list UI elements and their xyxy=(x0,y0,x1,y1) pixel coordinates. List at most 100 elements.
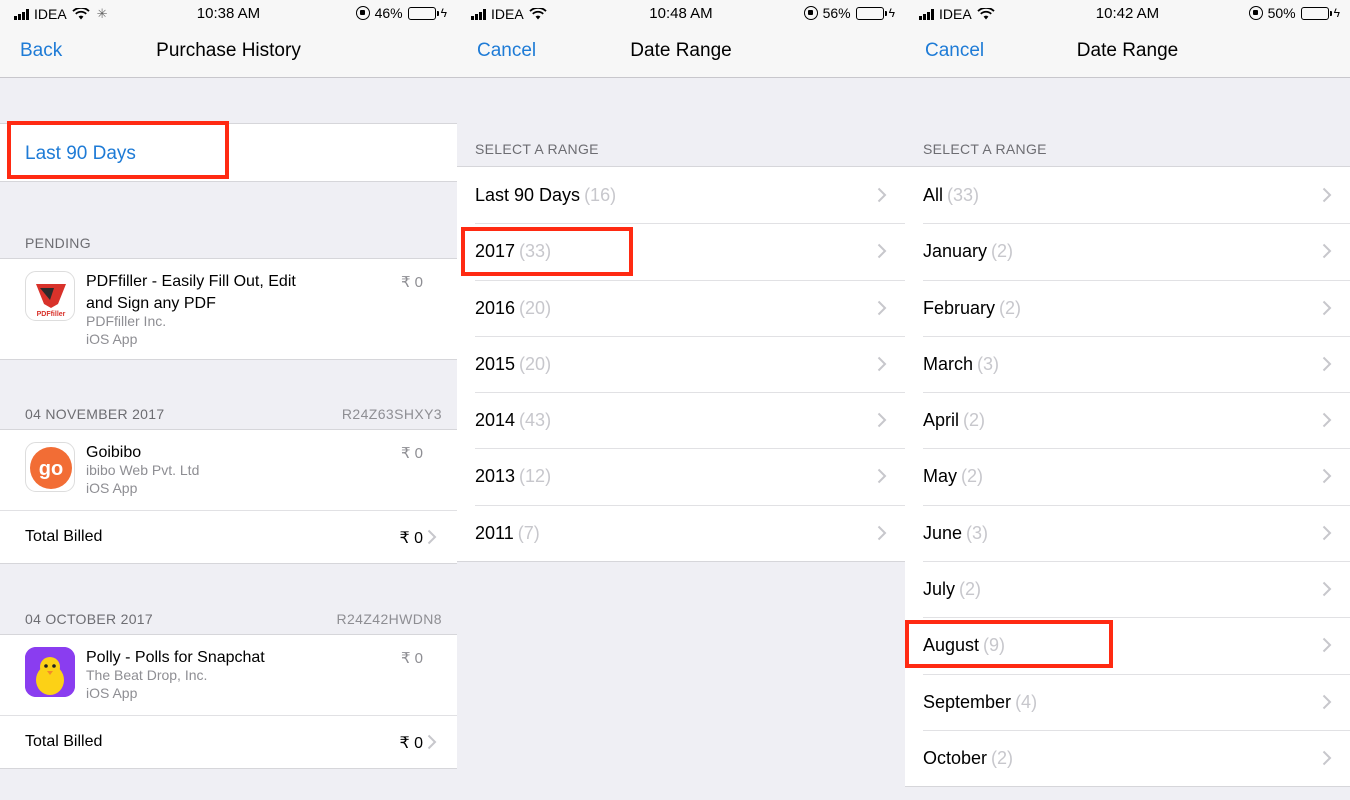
chevron-right-icon xyxy=(877,412,887,428)
app-type: iOS App xyxy=(86,480,138,496)
chevron-right-icon xyxy=(1322,525,1332,540)
range-name: All xyxy=(923,185,944,205)
range-count: (4) xyxy=(1015,691,1038,712)
range-name: October xyxy=(923,747,988,768)
range-label: April (2) xyxy=(923,410,985,431)
range-row[interactable]: 2017 (33) xyxy=(457,223,905,279)
chevron-right-icon xyxy=(1322,694,1332,709)
range-row[interactable]: Last 90 Days (16) xyxy=(457,167,905,223)
chevron-right-icon xyxy=(877,356,887,372)
range-label: 2016 (20) xyxy=(475,298,551,319)
purchase-group: Polly - Polls for Snapchat The Beat Drop… xyxy=(0,634,457,769)
range-count: (33) xyxy=(519,241,552,262)
range-row[interactable]: All (33) xyxy=(905,167,1350,223)
month-list: All (33) January (2) February (2) March (3) Apri… xyxy=(905,166,1350,788)
charging-icon: ϟ xyxy=(440,6,447,20)
purchase-item[interactable]: go Goibibo ibibo Web Pvt. Ltd iOS App ₹ … xyxy=(0,430,457,510)
range-name: January xyxy=(923,241,988,262)
range-count: (2) xyxy=(991,241,1014,262)
nav-bar: Back Purchase History xyxy=(0,26,457,78)
battery-icon xyxy=(855,6,887,20)
section-header: 04 NOVEMBER 2017 xyxy=(25,406,165,422)
status-bar: IDEA ✳ 10:38 AM 46% ϟ xyxy=(0,0,457,26)
range-row[interactable]: 2011 (7) xyxy=(457,504,905,561)
polly-icon xyxy=(25,647,75,697)
range-count: (16) xyxy=(584,185,617,205)
range-name: 2013 xyxy=(475,466,516,487)
app-type: iOS App xyxy=(86,331,138,347)
app-price: ₹ 0 xyxy=(400,445,423,462)
range-count: (2) xyxy=(999,297,1022,318)
nav-bar: Cancel Date Range xyxy=(457,26,905,78)
range-name: February xyxy=(923,297,996,318)
chevron-right-icon xyxy=(877,469,887,484)
range-row[interactable]: July (2) xyxy=(905,561,1350,617)
range-row[interactable]: March (3) xyxy=(905,335,1350,392)
chevron-right-icon xyxy=(877,244,887,259)
date-range-years-screen: IDEA 10:48 AM 56% ϟ Cancel Date Range SE… xyxy=(457,0,905,800)
range-row[interactable]: October (2) xyxy=(905,729,1350,786)
chevron-right-icon xyxy=(427,734,437,750)
pdffiller-icon: PDFfiller xyxy=(25,271,75,321)
range-count: (33) xyxy=(947,185,980,205)
range-label: August (9) xyxy=(923,635,1005,656)
status-bar: IDEA 10:42 AM 50% ϟ xyxy=(905,0,1350,26)
purchase-item[interactable]: PDFfiller PDFfiller - Easily Fill Out, E… xyxy=(0,259,457,347)
chevron-right-icon xyxy=(877,187,887,203)
chevron-right-icon xyxy=(1322,356,1332,372)
total-billed-value: ₹ 0 xyxy=(399,735,423,752)
date-range-months-screen: IDEA 10:42 AM 50% ϟ Cancel Date Range SE… xyxy=(905,0,1350,800)
page-title: Purchase History xyxy=(156,40,301,61)
range-row[interactable]: September (4) xyxy=(905,673,1350,730)
order-id: R24Z42HWDN8 xyxy=(336,611,442,627)
purchase-group: go Goibibo ibibo Web Pvt. Ltd iOS App ₹ … xyxy=(0,429,457,564)
page-title: Date Range xyxy=(630,40,732,61)
nav-bar: Cancel Date Range xyxy=(905,26,1350,78)
range-name: 2011 xyxy=(475,522,514,543)
range-label: 2015 (20) xyxy=(475,354,551,375)
charging-icon: ϟ xyxy=(888,6,895,20)
range-row[interactable]: 2016 (20) xyxy=(457,279,905,336)
range-count: (12) xyxy=(519,466,552,487)
rotation-lock-icon xyxy=(355,6,370,20)
order-id: R24Z63SHXY3 xyxy=(341,406,442,422)
range-row[interactable]: February (2) xyxy=(905,279,1350,336)
page-title: Date Range xyxy=(1076,40,1179,61)
range-name: April xyxy=(923,410,960,431)
range-row[interactable]: 2013 (12) xyxy=(457,448,905,504)
total-billed-value: ₹ 0 xyxy=(399,530,423,547)
total-billed-row[interactable]: Total Billed ₹ 0 xyxy=(0,510,457,564)
total-billed-label: Total Billed xyxy=(25,528,103,545)
battery-percent: 56% xyxy=(822,5,851,21)
range-row[interactable]: January (2) xyxy=(905,223,1350,279)
range-count: (43) xyxy=(519,410,552,431)
purchase-item[interactable]: Polly - Polls for Snapchat The Beat Drop… xyxy=(0,635,457,715)
app-developer: The Beat Drop, Inc. xyxy=(86,667,208,683)
chevron-right-icon xyxy=(1322,750,1332,766)
svg-text:go: go xyxy=(39,458,63,480)
battery-percent: 50% xyxy=(1267,5,1296,21)
total-billed-row[interactable]: Total Billed ₹ 0 xyxy=(0,715,457,769)
svg-text:PDFfiller: PDFfiller xyxy=(37,311,66,318)
range-name: August xyxy=(923,635,980,656)
range-row[interactable]: 2015 (20) xyxy=(457,335,905,392)
range-row[interactable]: April (2) xyxy=(905,392,1350,448)
range-row[interactable]: May (2) xyxy=(905,448,1350,504)
battery-icon xyxy=(407,6,439,20)
rotation-lock-icon xyxy=(803,6,818,20)
date-range-filter[interactable]: Last 90 Days xyxy=(0,123,457,182)
chevron-right-icon xyxy=(1322,581,1332,597)
range-name: September xyxy=(923,691,1012,712)
chevron-right-icon xyxy=(427,529,437,545)
status-bar: IDEA 10:48 AM 56% ϟ xyxy=(457,0,905,26)
range-row[interactable]: June (3) xyxy=(905,504,1350,561)
range-row[interactable]: August (9) xyxy=(905,617,1350,673)
chevron-right-icon xyxy=(877,525,887,540)
range-count: (20) xyxy=(519,297,552,318)
range-label: 2011 (7) xyxy=(475,523,540,544)
chevron-right-icon xyxy=(1322,412,1332,428)
range-label: July (2) xyxy=(923,579,981,600)
section-header: SELECT A RANGE xyxy=(923,141,1047,157)
range-row[interactable]: 2014 (43) xyxy=(457,392,905,448)
range-name: 2014 xyxy=(475,410,516,431)
